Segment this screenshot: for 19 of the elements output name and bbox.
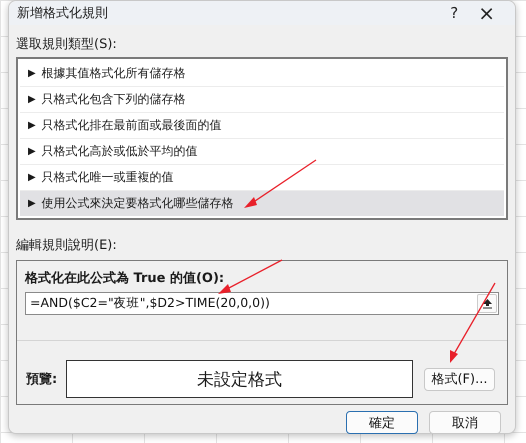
section-label: 選取規則類型(S): xyxy=(16,36,117,54)
section-label: 編輯規則說明(E): xyxy=(16,237,117,255)
formula-field[interactable]: =AND($C2="夜班",$D2>TIME(20,0,0)) xyxy=(25,292,499,315)
upload-arrow-icon xyxy=(482,298,492,309)
close-button[interactable]: × xyxy=(468,1,505,25)
rule-type-item[interactable]: ▶ 只格式化包含下列的儲存格 xyxy=(20,87,504,113)
collapse-button[interactable] xyxy=(477,294,497,313)
rule-type-item[interactable]: ▶ 只格式化排在最前面或最後面的值 xyxy=(20,113,504,139)
format-button[interactable]: 格式(F)... xyxy=(424,368,495,390)
rule-type-item[interactable]: ▶ 只格式化高於或低於平均的值 xyxy=(20,139,504,165)
formula-label: 格式化在此公式為 True 的值(O): xyxy=(25,270,224,287)
preview-label: 預覽: xyxy=(26,371,58,388)
window-title: 新增格式化規則 xyxy=(17,5,109,22)
help-button[interactable]: ? xyxy=(440,4,468,22)
cancel-button[interactable]: 取消 xyxy=(429,411,501,434)
ok-button[interactable]: 確定 xyxy=(346,411,418,434)
format-preview: 未設定格式 xyxy=(66,360,414,398)
rule-type-item[interactable]: ▶ 使用公式來決定要格式化哪些儲存格 xyxy=(20,191,504,216)
rule-type-item[interactable]: ▶ 根據其值格式化所有儲存格 xyxy=(20,61,504,87)
